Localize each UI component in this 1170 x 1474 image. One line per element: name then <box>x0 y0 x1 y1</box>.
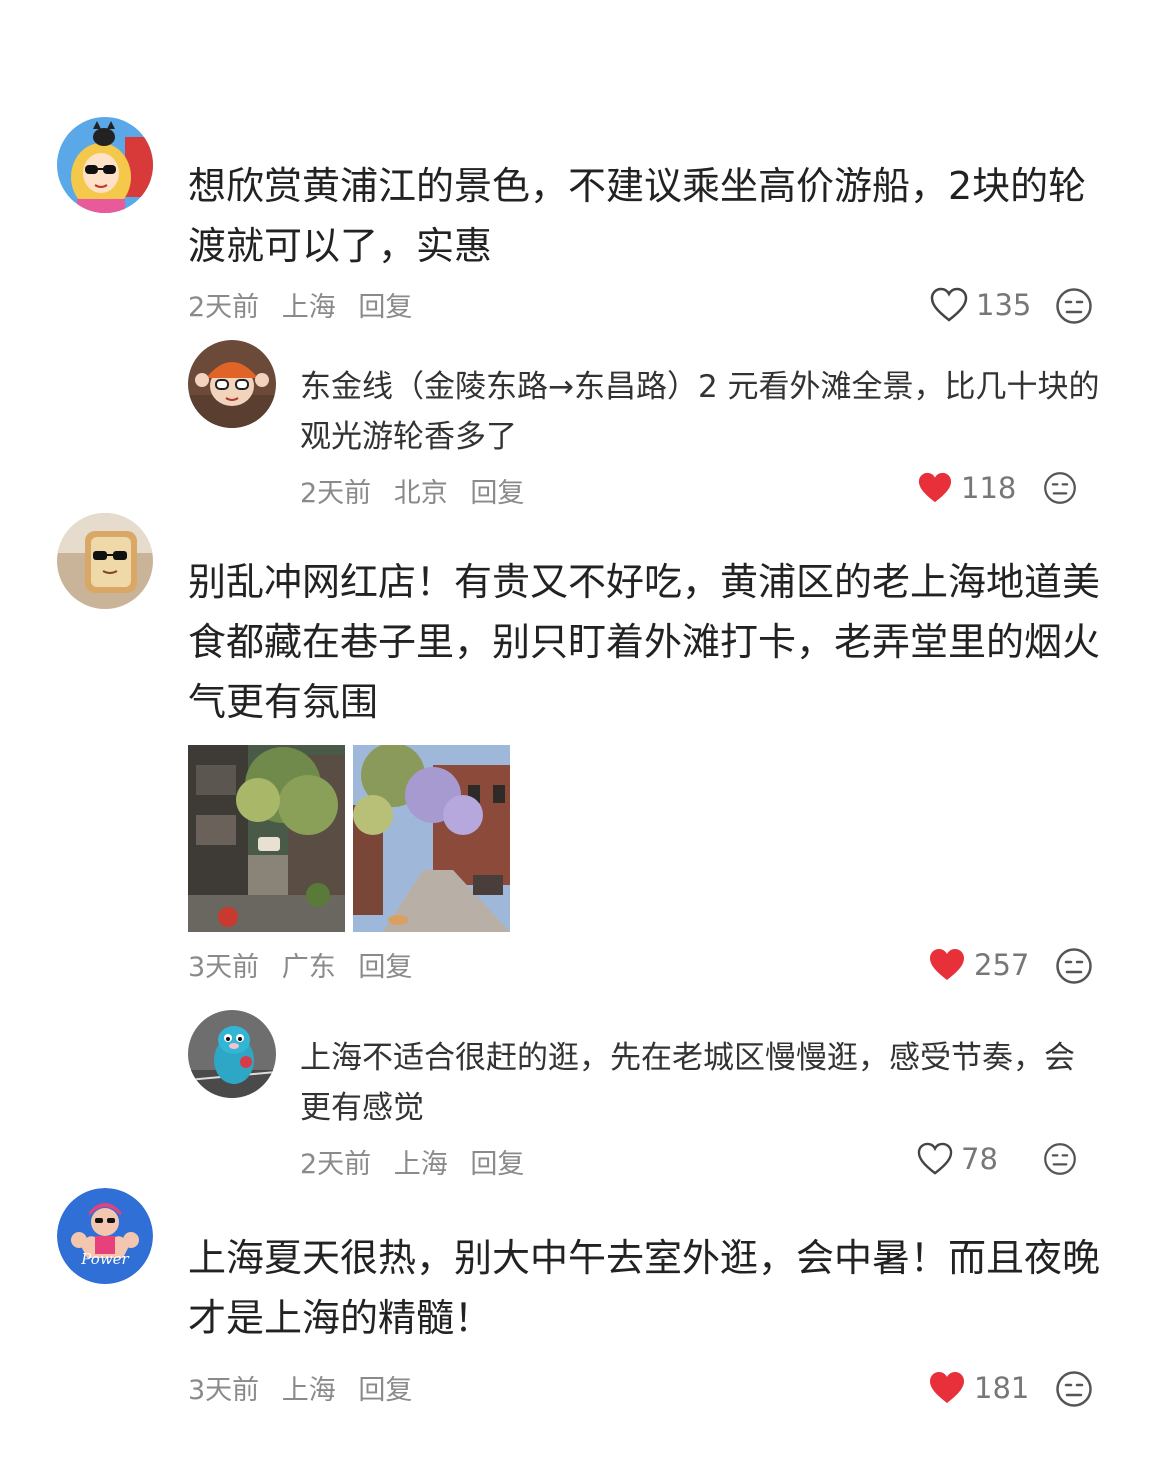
reply-meta: 2天前 上海 回复 <box>300 1142 538 1181</box>
neutral-face-icon <box>1056 288 1092 324</box>
reply-text: 东金线（金陵东路→东昌路）2 元看外滩全景，比几十块的观光游轮香多了 <box>300 369 1100 455</box>
like-button[interactable]: 118 <box>917 471 1016 505</box>
reply-button[interactable]: 回复 <box>358 1375 412 1406</box>
reply-time: 2天前 <box>300 1149 372 1180</box>
heart-outline-icon <box>930 287 968 322</box>
like-button[interactable]: 135 <box>930 287 1031 323</box>
like-button[interactable]: 257 <box>928 947 1029 983</box>
replier-avatar[interactable] <box>188 1010 276 1098</box>
comment-location: 上海 <box>281 1375 336 1406</box>
commenter-avatar[interactable] <box>57 117 153 213</box>
comment-time: 2天前 <box>188 292 260 323</box>
power-girl-badge-icon <box>57 1188 153 1284</box>
heart-filled-icon <box>930 949 964 980</box>
reply-button[interactable]: 回复 <box>470 1149 524 1180</box>
like-button[interactable]: 181 <box>928 1370 1029 1406</box>
street-with-wisteria-photo-icon <box>353 745 510 932</box>
like-count: 181 <box>974 1371 1030 1405</box>
alley-with-trees-photo-icon <box>188 745 345 932</box>
reply-location: 北京 <box>393 478 448 509</box>
comment-meta: 3天前 广东 回复 <box>188 945 426 984</box>
like-button[interactable]: 78 <box>917 1142 998 1176</box>
commenter-avatar[interactable] <box>57 513 153 609</box>
person-orange-beanie-icon <box>188 340 276 428</box>
heart-outline-icon <box>917 1142 953 1175</box>
cartoon-girl-sunglasses-cat-icon <box>57 117 153 213</box>
like-count: 78 <box>961 1142 998 1176</box>
reply-button[interactable]: 回复 <box>358 952 412 983</box>
dislike-button[interactable] <box>1043 471 1077 509</box>
comment-meta: 2天前 上海 回复 <box>188 285 426 324</box>
reply-text: 上海不适合很赶的逛，先在老城区慢慢逛，感受节奏，会更有感觉 <box>300 1040 1075 1126</box>
reply-time: 2天前 <box>300 478 372 509</box>
like-count: 257 <box>974 948 1030 982</box>
comment-time: 3天前 <box>188 1375 260 1406</box>
comment-text: 上海夏天很热，别大中午去室外逛，会中暑！而且夜晚才是上海的精髓！ <box>188 1236 1101 1340</box>
reply-button[interactable]: 回复 <box>358 292 412 323</box>
dislike-button[interactable] <box>1055 947 1093 989</box>
comment-image[interactable] <box>353 745 510 932</box>
replier-avatar[interactable] <box>188 340 276 428</box>
comment-meta: 3天前 上海 回复 <box>188 1368 426 1407</box>
heart-filled-icon <box>930 1372 964 1403</box>
reply-location: 上海 <box>393 1149 448 1180</box>
like-count: 135 <box>976 288 1032 322</box>
comment-location: 上海 <box>281 292 336 323</box>
comment-location: 广东 <box>281 952 336 983</box>
commenter-avatar[interactable]: Power <box>57 1188 153 1284</box>
neutral-face-icon <box>1056 1371 1092 1407</box>
neutral-face-icon <box>1044 1143 1076 1175</box>
bread-toy-sunglasses-icon <box>57 513 153 609</box>
like-count: 118 <box>961 471 1017 505</box>
reply-button[interactable]: 回复 <box>470 478 524 509</box>
blue-plush-toy-icon <box>188 1010 276 1098</box>
reply-meta: 2天前 北京 回复 <box>300 471 538 510</box>
comment-text: 别乱冲网红店！有贵又不好吃，黄浦区的老上海地道美食都藏在巷子里，别只盯着外滩打卡… <box>188 560 1101 724</box>
neutral-face-icon <box>1044 472 1076 504</box>
heart-filled-icon <box>918 472 952 503</box>
comment-text: 想欣赏黄浦江的景色，不建议乘坐高价游船，2块的轮渡就可以了，实惠 <box>188 164 1087 268</box>
dislike-button[interactable] <box>1043 1142 1077 1180</box>
neutral-face-icon <box>1056 948 1092 984</box>
avatar-badge-text: Power <box>81 1250 129 1268</box>
dislike-button[interactable] <box>1055 1370 1093 1412</box>
comment-time: 3天前 <box>188 952 260 983</box>
comment-image[interactable] <box>188 745 345 932</box>
dislike-button[interactable] <box>1055 287 1093 329</box>
